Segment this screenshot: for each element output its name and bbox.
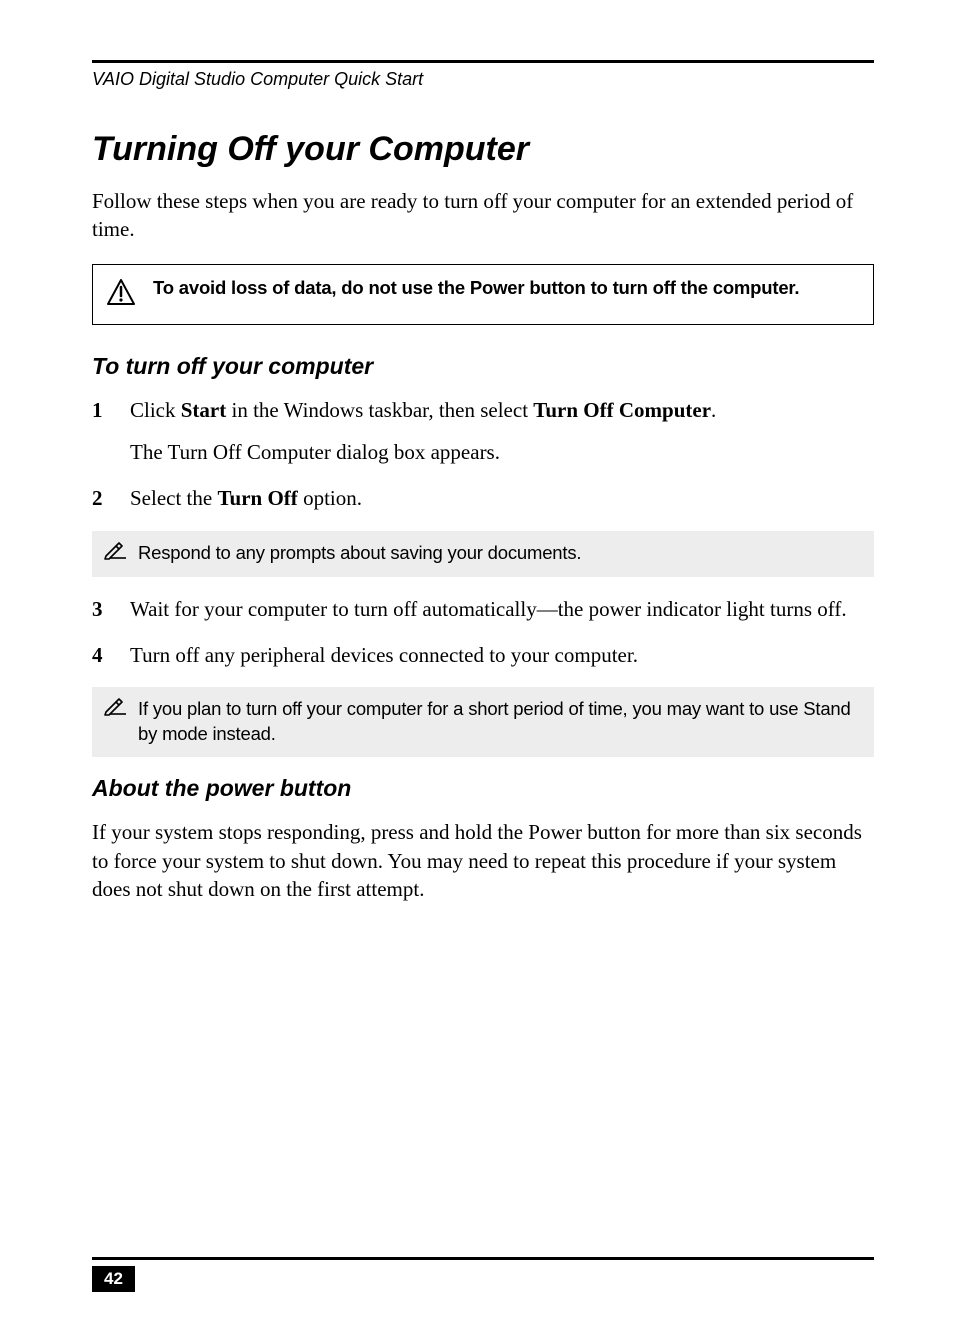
steps-list: Click Start in the Windows taskbar, then…	[92, 396, 874, 513]
note-1: Respond to any prompts about saving your…	[92, 531, 874, 577]
t-bold: Turn Off	[217, 486, 297, 510]
step-1-sub: The Turn Off Computer dialog box appears…	[130, 438, 874, 466]
warning-box: To avoid loss of data, do not use the Po…	[92, 264, 874, 325]
note-2: If you plan to turn off your computer fo…	[92, 687, 874, 757]
step-2: Select the Turn Off option.	[92, 484, 874, 512]
note-2-text: If you plan to turn off your computer fo…	[138, 697, 862, 747]
step-4: Turn off any peripheral devices connecte…	[92, 641, 874, 669]
about-body: If your system stops responding, press a…	[92, 818, 874, 903]
step-1-text: Click Start in the Windows taskbar, then…	[130, 398, 716, 422]
t: .	[711, 398, 716, 422]
subhead-power-button: About the power button	[92, 775, 874, 802]
page-number: 42	[92, 1266, 135, 1292]
t: Select the	[130, 486, 217, 510]
subhead-turn-off: To turn off your computer	[92, 353, 874, 380]
pencil-icon	[104, 542, 128, 567]
running-head: VAIO Digital Studio Computer Quick Start	[92, 69, 874, 90]
t-bold: Start	[181, 398, 227, 422]
t: Click	[130, 398, 181, 422]
t: in the Windows taskbar, then select	[226, 398, 533, 422]
page-title: Turning Off your Computer	[92, 130, 874, 169]
top-rule	[92, 60, 874, 63]
warning-text: To avoid loss of data, do not use the Po…	[153, 277, 799, 299]
step-1: Click Start in the Windows taskbar, then…	[92, 396, 874, 467]
page-footer: 42	[92, 1257, 874, 1292]
t-bold: Turn Off Computer	[533, 398, 711, 422]
intro-paragraph: Follow these steps when you are ready to…	[92, 187, 874, 244]
note-1-text: Respond to any prompts about saving your…	[138, 541, 862, 566]
caution-icon	[107, 279, 135, 310]
steps-list-cont: Wait for your computer to turn off autom…	[92, 595, 874, 670]
step-2-text: Select the Turn Off option.	[130, 486, 362, 510]
t: option.	[298, 486, 362, 510]
step-3: Wait for your computer to turn off autom…	[92, 595, 874, 623]
pencil-icon	[104, 698, 128, 723]
